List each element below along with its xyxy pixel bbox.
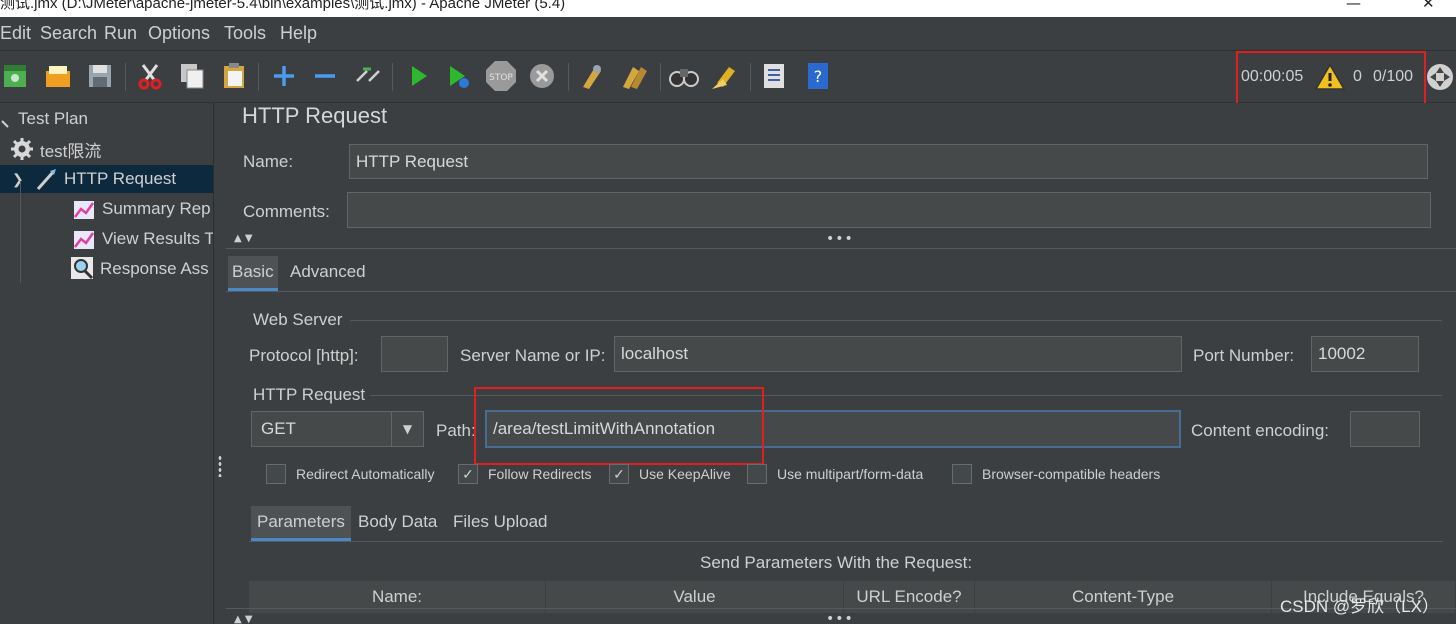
method-value: GET: [261, 419, 296, 438]
tree-guide-line: [20, 181, 21, 283]
redirect-automatically-checkbox[interactable]: Redirect Automatically: [266, 464, 435, 484]
path-label: Path:: [436, 421, 476, 440]
menu-run[interactable]: Run: [104, 23, 137, 44]
magnifier-icon: [70, 257, 94, 281]
checkbox-unchecked-icon[interactable]: [952, 464, 972, 484]
tab-basic[interactable]: Basic: [228, 256, 278, 291]
menu-tools[interactable]: Tools: [224, 23, 266, 44]
tree-item-thread-group[interactable]: test限流: [10, 135, 101, 163]
port-number-field[interactable]: 10002: [1311, 336, 1419, 372]
menu-options[interactable]: Options: [148, 23, 210, 44]
comments-field[interactable]: [347, 192, 1431, 228]
paste-icon[interactable]: [218, 60, 250, 92]
thread-group-gear-icon: [10, 137, 34, 161]
toolbar: STOP ? 00:00:05 0 0/100: [0, 51, 1456, 113]
search-icon[interactable]: [668, 60, 700, 92]
start-icon[interactable]: [402, 60, 434, 92]
divider-grip-icon[interactable]: •••: [826, 231, 854, 247]
listener-chart-icon: [72, 227, 96, 251]
checkmark-icon[interactable]: ✓: [609, 464, 629, 484]
protocol-field[interactable]: [381, 336, 448, 372]
bottom-divider[interactable]: ▲ ▼ •••: [226, 608, 1456, 624]
minimize-button[interactable]: —: [1346, 0, 1361, 12]
panel-splitter[interactable]: [214, 103, 226, 624]
content-encoding-label: Content encoding:: [1191, 421, 1329, 440]
expand-icon[interactable]: [268, 60, 300, 92]
clear-all-icon[interactable]: [618, 60, 650, 92]
close-button[interactable]: ✕: [1422, 0, 1435, 12]
tab-body-data[interactable]: Body Data: [354, 506, 441, 538]
use-multipart-checkbox[interactable]: Use multipart/form-data: [747, 464, 923, 484]
help-icon[interactable]: ?: [802, 60, 834, 92]
divider-grip-icon[interactable]: •••: [826, 611, 854, 624]
web-server-legend: Web Server: [253, 310, 343, 329]
comments-label: Comments:: [243, 202, 330, 221]
reset-search-icon[interactable]: [708, 60, 740, 92]
cut-icon[interactable]: [134, 60, 166, 92]
clear-icon[interactable]: [576, 60, 608, 92]
splitter-grip-icon[interactable]: [218, 455, 222, 477]
templates-icon[interactable]: [0, 60, 32, 92]
svg-text:?: ?: [814, 67, 823, 86]
shutdown-icon[interactable]: [526, 60, 558, 92]
checkmark-icon[interactable]: ✓: [458, 464, 478, 484]
content-encoding-field[interactable]: [1350, 411, 1420, 447]
svg-text:STOP: STOP: [489, 73, 513, 83]
params-caption: Send Parameters With the Request:: [700, 553, 973, 572]
http-request-panel: HTTP Request Name: HTTP Request Comments…: [226, 103, 1456, 624]
http-sampler-icon: [34, 167, 58, 191]
checkbox-unchecked-icon[interactable]: [266, 464, 286, 484]
tab-parameters[interactable]: Parameters: [251, 506, 351, 541]
http-request-legend: HTTP Request: [253, 385, 366, 404]
menu-bar: Edit Search Run Options Tools Help: [0, 17, 1456, 51]
server-name-label: Server Name or IP:: [460, 346, 606, 365]
stop-icon[interactable]: STOP: [484, 60, 516, 92]
tab-files-upload[interactable]: Files Upload: [449, 506, 552, 538]
tab-advanced[interactable]: Advanced: [286, 256, 370, 288]
collapse-arrows-icon[interactable]: ▲ ▼: [234, 614, 253, 624]
tree-item-response-assertion[interactable]: Response Ass: [70, 255, 209, 283]
collapse-divider[interactable]: ▲ ▼ •••: [226, 231, 1456, 249]
browser-compatible-headers-checkbox[interactable]: Browser-compatible headers: [952, 464, 1160, 484]
watermark: CSDN @罗欣（LX）: [1280, 597, 1439, 616]
test-plan-icon: [0, 107, 12, 131]
copy-icon[interactable]: [176, 60, 208, 92]
open-icon[interactable]: [42, 60, 74, 92]
tree-item-summary-report[interactable]: Summary Rep: [72, 195, 211, 223]
method-select[interactable]: GET ▼: [251, 411, 424, 447]
tree-item-view-results[interactable]: View Results T: [72, 225, 213, 253]
listener-chart-icon: [72, 197, 96, 221]
collapse-icon[interactable]: [309, 60, 341, 92]
port-number-label: Port Number:: [1193, 346, 1295, 365]
use-keepalive-checkbox[interactable]: ✓ Use KeepAlive: [609, 464, 731, 484]
tree-item-test-plan[interactable]: Test Plan: [0, 105, 88, 133]
page-title: HTTP Request: [242, 103, 388, 128]
protocol-label: Protocol [http]:: [249, 346, 359, 365]
follow-redirects-checkbox[interactable]: ✓ Follow Redirects: [458, 464, 591, 484]
menu-help[interactable]: Help: [280, 23, 317, 44]
server-name-field[interactable]: localhost: [614, 336, 1182, 372]
checkbox-unchecked-icon[interactable]: [747, 464, 767, 484]
menu-search[interactable]: Search: [40, 23, 97, 44]
chevron-down-icon[interactable]: ▼: [391, 412, 423, 446]
name-label: Name:: [243, 152, 294, 171]
save-icon[interactable]: [84, 60, 116, 92]
collapse-arrows-icon[interactable]: ▲ ▼: [234, 233, 253, 244]
function-helper-icon[interactable]: [758, 60, 790, 92]
remote-status-icon[interactable]: [1424, 61, 1456, 93]
tree-item-http-request[interactable]: ❯ HTTP Request: [0, 165, 213, 193]
start-no-timers-icon[interactable]: [442, 60, 474, 92]
toggle-icon[interactable]: [352, 60, 384, 92]
window-title: 测试.jmx (D:\JMeter\apache-jmeter-5.4\bin\…: [0, 0, 566, 12]
path-highlight-box: [474, 387, 764, 465]
name-field[interactable]: HTTP Request: [349, 144, 1428, 179]
test-plan-tree: Test Plan test限流 ❯ HTTP Request Summary …: [0, 103, 214, 624]
menu-edit[interactable]: Edit: [0, 23, 31, 44]
chevron-down-icon[interactable]: ❯: [12, 171, 34, 188]
window-titlebar: 测试.jmx (D:\JMeter\apache-jmeter-5.4\bin\…: [0, 0, 1456, 17]
